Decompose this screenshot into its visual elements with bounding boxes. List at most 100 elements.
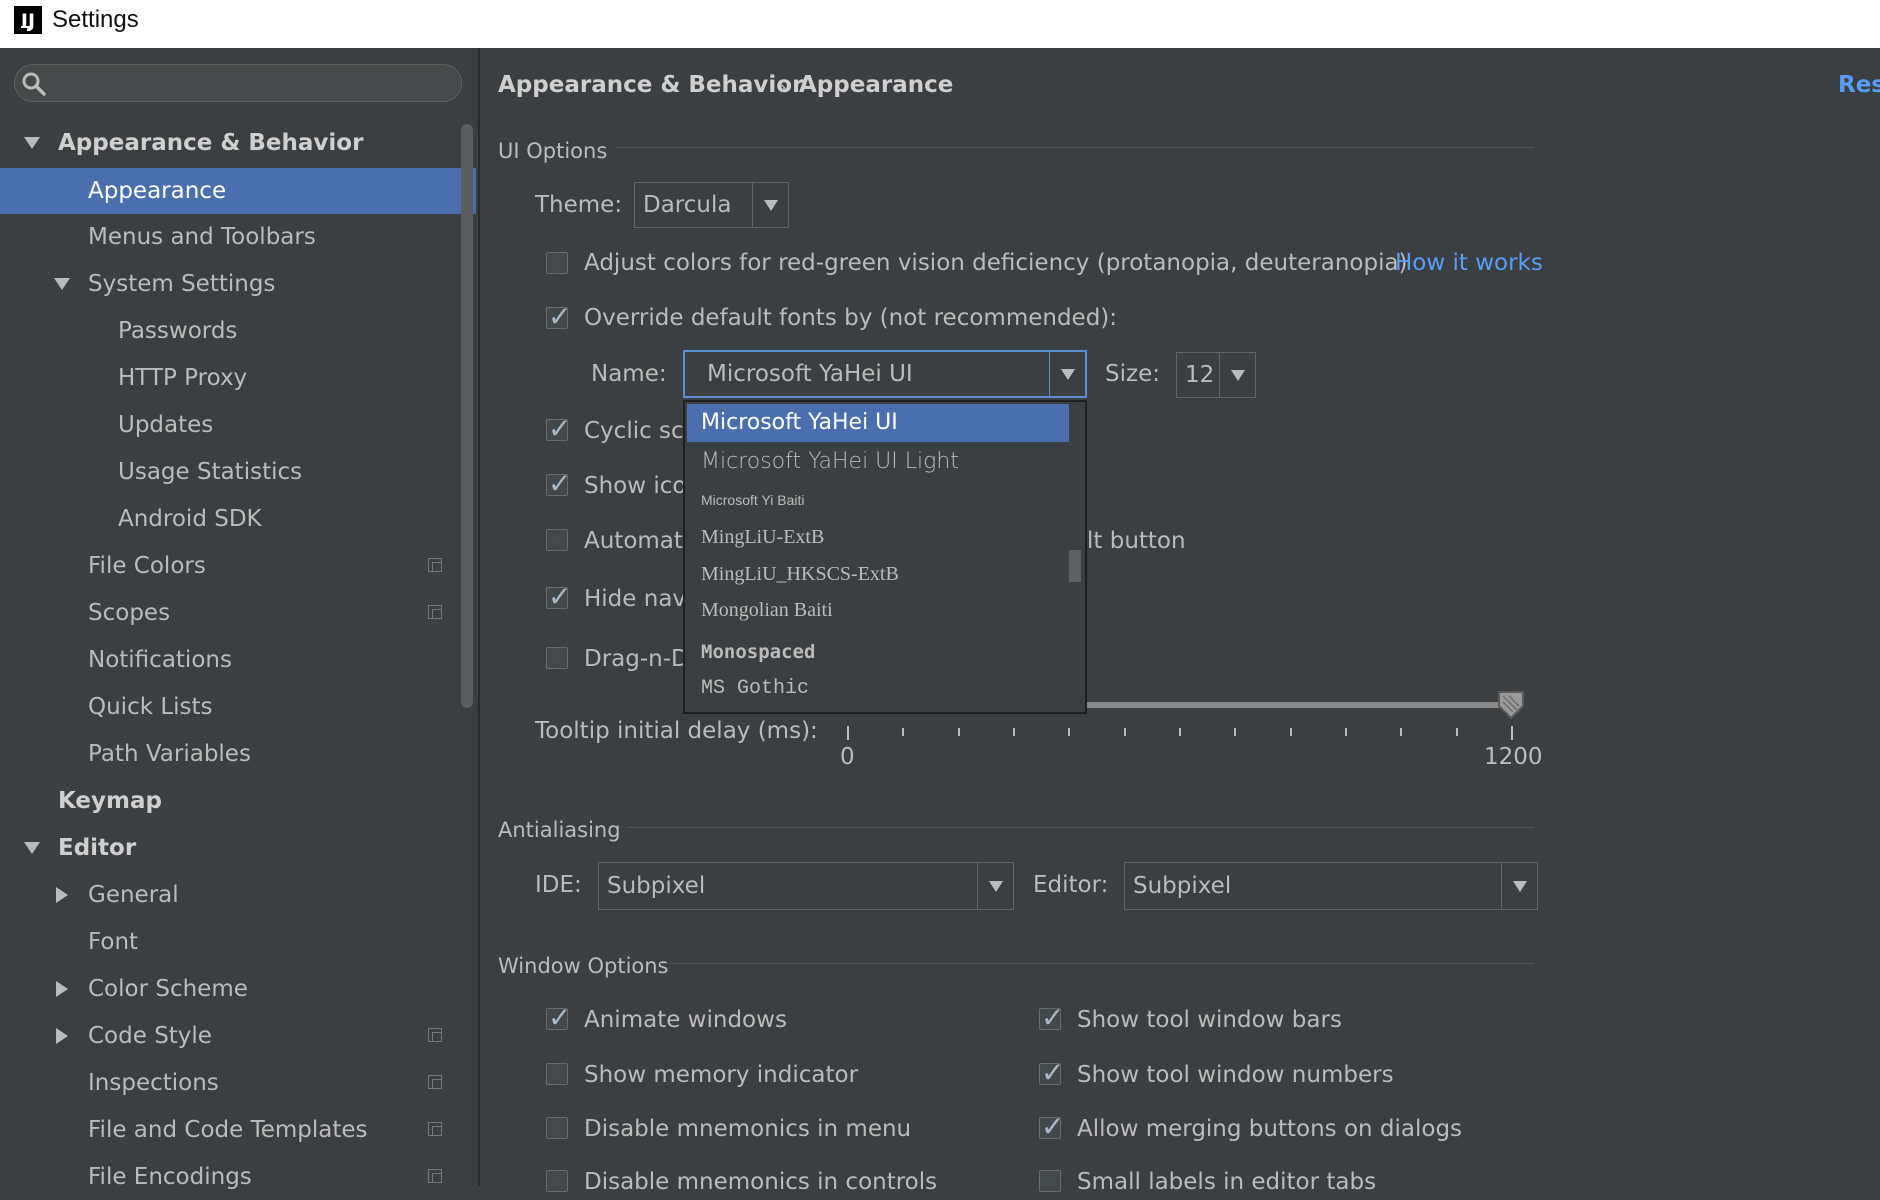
show-memory-checkbox[interactable] xyxy=(546,1063,568,1085)
sidebar-item-passwords[interactable]: Passwords xyxy=(118,308,237,354)
disable-mnemonics-menu-checkbox[interactable] xyxy=(546,1117,568,1139)
disable-mnemonics-menu-label[interactable]: Disable mnemonics in menu xyxy=(584,1114,911,1144)
automatic-position-checkbox[interactable] xyxy=(546,529,568,551)
show-tool-window-bars-label[interactable]: Show tool window bars xyxy=(1077,1005,1342,1035)
sidebar-item-file-code-templates[interactable]: File and Code Templates xyxy=(88,1107,368,1153)
ide-antialiasing-combo[interactable]: Subpixel xyxy=(598,862,1014,910)
allow-merging-label[interactable]: Allow merging buttons on dialogs xyxy=(1077,1114,1462,1144)
slider-tick xyxy=(1068,728,1071,736)
popup-scrollbar[interactable] xyxy=(1069,550,1081,582)
allow-merging-checkbox[interactable] xyxy=(1039,1110,1064,1143)
font-name-label: Name: xyxy=(591,361,667,387)
slider-thumb[interactable] xyxy=(1497,690,1525,720)
project-level-icon xyxy=(428,1169,442,1183)
disable-mnemonics-controls-checkbox[interactable] xyxy=(546,1170,568,1192)
adjust-colors-label[interactable]: Adjust colors for red-green vision defic… xyxy=(584,248,1408,278)
show-tool-window-numbers-checkbox[interactable] xyxy=(1039,1056,1064,1089)
collapse-arrow-icon[interactable] xyxy=(56,887,68,903)
automatic-position-label[interactable]: Automati xyxy=(584,526,689,556)
cyclic-scrolling-checkbox[interactable] xyxy=(546,412,571,445)
cyclic-scrolling-label[interactable]: Cyclic scr xyxy=(584,416,693,446)
theme-combo[interactable]: Darcula xyxy=(634,182,789,228)
override-fonts-label[interactable]: Override default fonts by (not recommend… xyxy=(584,303,1117,333)
sidebar-item-android-sdk[interactable]: Android SDK xyxy=(118,496,262,542)
collapse-arrow-icon[interactable] xyxy=(56,1028,68,1044)
show-tool-window-numbers-label[interactable]: Show tool window numbers xyxy=(1077,1060,1394,1090)
font-name-combo[interactable]: Microsoft YaHei UI xyxy=(683,350,1087,398)
sidebar-item-usage-statistics[interactable]: Usage Statistics xyxy=(118,449,302,495)
editor-antialiasing-combo[interactable]: Subpixel xyxy=(1124,862,1538,910)
font-option[interactable]: Microsoft Yi Baiti xyxy=(687,482,1069,518)
search-input[interactable] xyxy=(56,66,460,100)
slider-tick xyxy=(1400,728,1403,736)
tooltip-delay-slider[interactable] xyxy=(1082,702,1512,708)
chevron-down-icon[interactable] xyxy=(752,183,788,227)
small-labels-label[interactable]: Small labels in editor tabs xyxy=(1077,1167,1376,1197)
font-option[interactable]: Microsoft YaHei UI xyxy=(687,404,1069,442)
slider-tick xyxy=(1345,728,1347,736)
animate-windows-label[interactable]: Animate windows xyxy=(584,1005,787,1035)
sidebar-item-updates[interactable]: Updates xyxy=(118,402,213,448)
sidebar-item-keymap[interactable]: Keymap xyxy=(58,778,162,824)
sidebar-item-font[interactable]: Font xyxy=(88,919,138,965)
font-option[interactable]: MingLiU_HKSCS-ExtB xyxy=(687,556,1069,592)
sidebar-item-file-colors[interactable]: File Colors xyxy=(88,543,206,589)
tree-scrollbar[interactable] xyxy=(461,124,473,708)
sidebar-item-appearance-behavior[interactable]: Appearance & Behavior xyxy=(58,120,363,166)
chevron-down-icon[interactable] xyxy=(1049,352,1085,396)
disable-mnemonics-controls-label[interactable]: Disable mnemonics in controls xyxy=(584,1167,937,1197)
slider-tick xyxy=(1013,728,1015,736)
sidebar-item-file-encodings[interactable]: File Encodings xyxy=(88,1154,252,1200)
sidebar-item-inspections[interactable]: Inspections xyxy=(88,1060,219,1106)
section-separator xyxy=(660,963,1534,964)
font-option[interactable]: MS Gothic xyxy=(687,670,1069,708)
tooltip-min-label: 0 xyxy=(840,744,855,770)
sidebar-item-scopes[interactable]: Scopes xyxy=(88,590,170,636)
show-icons-checkbox[interactable] xyxy=(546,467,571,500)
font-option[interactable]: Microsoft YaHei UI Light xyxy=(687,444,1069,480)
drag-n-drop-checkbox[interactable] xyxy=(546,647,568,669)
adjust-colors-checkbox[interactable] xyxy=(546,252,568,274)
font-option[interactable]: Monospaced xyxy=(687,634,1069,670)
how-it-works-link[interactable]: How it works xyxy=(1395,248,1543,278)
sidebar-item-system-settings[interactable]: System Settings xyxy=(88,261,275,307)
font-size-combo[interactable]: 12 xyxy=(1176,352,1256,398)
expand-arrow-icon[interactable] xyxy=(54,278,70,290)
hide-navigation-checkbox[interactable] xyxy=(546,580,571,613)
sidebar-item-menus-toolbars[interactable]: Menus and Toolbars xyxy=(88,214,316,260)
sidebar-item-general[interactable]: General xyxy=(88,872,179,918)
sidebar-item-code-style[interactable]: Code Style xyxy=(88,1013,212,1059)
sidebar-item-http-proxy[interactable]: HTTP Proxy xyxy=(118,355,247,401)
collapse-arrow-icon[interactable] xyxy=(56,981,68,997)
search-icon xyxy=(22,72,46,96)
expand-arrow-icon[interactable] xyxy=(24,842,40,854)
automatic-position-label-tail[interactable]: lt button xyxy=(1087,526,1186,556)
animate-windows-checkbox[interactable] xyxy=(546,1001,571,1034)
chevron-down-icon[interactable] xyxy=(1501,863,1537,909)
drag-n-drop-label[interactable]: Drag-n-D xyxy=(584,644,689,674)
show-icons-label[interactable]: Show ico xyxy=(584,471,686,501)
sidebar-item-quick-lists[interactable]: Quick Lists xyxy=(88,684,213,730)
chevron-down-icon[interactable] xyxy=(977,863,1013,909)
title-bar xyxy=(0,0,1880,48)
theme-label: Theme: xyxy=(535,192,623,218)
slider-tick xyxy=(1455,728,1458,736)
show-tool-window-bars-checkbox[interactable] xyxy=(1039,1001,1064,1034)
hide-navigation-label[interactable]: Hide nav xyxy=(584,584,686,614)
slider-tick xyxy=(957,728,960,736)
reset-link[interactable]: Reset xyxy=(1838,70,1880,100)
sidebar-item-appearance[interactable]: Appearance xyxy=(0,168,476,214)
sidebar-item-editor[interactable]: Editor xyxy=(58,825,136,871)
small-labels-checkbox[interactable] xyxy=(1039,1170,1061,1192)
slider-tick xyxy=(902,728,905,736)
font-option[interactable]: MingLiU-ExtB xyxy=(687,518,1069,556)
font-option[interactable]: Mongolian Baiti xyxy=(687,592,1069,628)
expand-arrow-icon[interactable] xyxy=(24,137,40,149)
sidebar-item-notifications[interactable]: Notifications xyxy=(88,637,232,683)
font-dropdown-popup[interactable]: Microsoft YaHei UI Microsoft YaHei UI Li… xyxy=(683,400,1087,714)
sidebar-item-color-scheme[interactable]: Color Scheme xyxy=(88,966,248,1012)
override-fonts-checkbox[interactable] xyxy=(546,300,571,333)
sidebar-item-path-variables[interactable]: Path Variables xyxy=(88,731,251,777)
chevron-down-icon[interactable] xyxy=(1219,353,1255,397)
show-memory-label[interactable]: Show memory indicator xyxy=(584,1060,858,1090)
